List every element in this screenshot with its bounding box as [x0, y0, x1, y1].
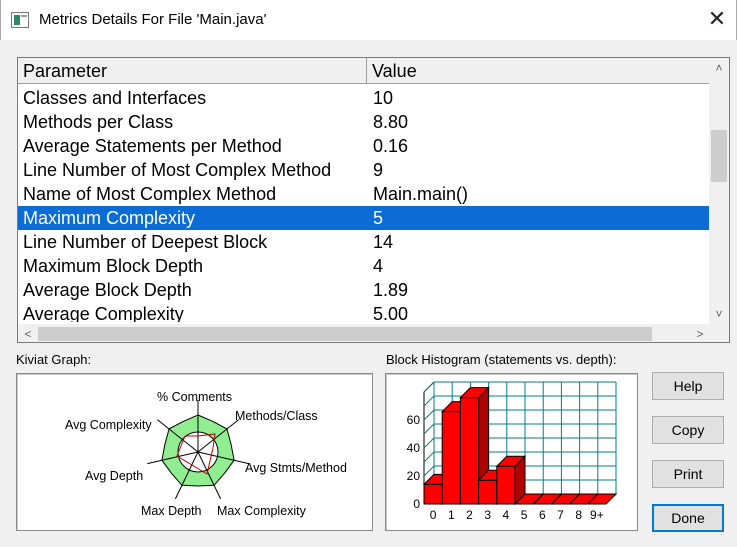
horizontal-scroll-thumb[interactable] — [38, 327, 652, 341]
parameter-cell: Average Statements per Method — [23, 136, 282, 156]
histogram-bar — [478, 479, 498, 505]
scrollbar-corner — [709, 324, 729, 342]
value-cell: 5 — [373, 208, 384, 228]
print-button[interactable]: Print — [652, 460, 724, 488]
histogram-panel: 0 20 40 60 0 1 2 3 4 5 6 7 8 9+ — [385, 373, 638, 531]
column-header-parameter[interactable]: Parameter — [18, 58, 367, 84]
parameter-cell: Methods per Class — [23, 112, 174, 132]
table-row[interactable]: Classes and Interfaces 10 — [18, 86, 710, 110]
kiviat-axis-label: Avg Stmts/Method — [245, 461, 347, 475]
y-tick-label: 40 — [407, 441, 421, 455]
x-tick-label: 8 — [575, 508, 582, 522]
grid-line — [423, 409, 435, 421]
table-row[interactable]: Name of Most Complex Method Main.main() — [18, 182, 710, 206]
value-cell: 9 — [373, 160, 384, 180]
kiviat-label: Kiviat Graph: — [16, 352, 92, 367]
done-button[interactable]: Done — [652, 504, 724, 532]
parameter-cell: Classes and Interfaces — [23, 88, 207, 108]
vertical-scroll-thumb[interactable] — [711, 130, 727, 182]
grid-line — [423, 465, 435, 477]
x-tick-label: 5 — [521, 508, 528, 522]
parameter-cell: Maximum Block Depth — [23, 256, 204, 276]
kiviat-axis-label: Methods/Class — [235, 409, 318, 423]
histogram-bar — [441, 411, 461, 505]
parameter-cell: Average Complexity — [23, 304, 184, 322]
histogram-bar — [423, 483, 443, 505]
x-tick-label: 3 — [484, 508, 491, 522]
value-cell: 14 — [373, 232, 394, 252]
table-row[interactable]: Average Complexity 5.00 — [18, 302, 710, 322]
title-bar: Metrics Details For File 'Main.java' ✕ — [0, 0, 737, 40]
copy-button[interactable]: Copy — [652, 416, 724, 444]
list-rows: Classes and Interfaces 10 Methods per Clas… — [18, 86, 710, 322]
parameter-cell: Maximum Complexity — [23, 208, 196, 228]
kiviat-axis-label: Max Depth — [141, 504, 201, 518]
grid-line — [423, 381, 435, 393]
table-row[interactable]: Line Number of Deepest Block 14 — [18, 230, 710, 254]
kiviat-axis-label: Avg Depth — [85, 469, 143, 483]
grid-line — [423, 437, 435, 449]
x-tick-label: 9+ — [590, 508, 604, 522]
list-header: Parameter Value — [18, 58, 710, 84]
app-icon — [11, 12, 29, 28]
table-row[interactable]: Average Block Depth 1.89 — [18, 278, 710, 302]
kiviat-panel: % Comments Methods/Class Avg Stmts/Method M… — [16, 373, 373, 531]
vertical-scrollbar[interactable]: ˄ ˅ — [709, 58, 729, 324]
x-tick-label: 4 — [503, 508, 510, 522]
value-cell: 4 — [373, 256, 384, 276]
value-cell: 1.89 — [373, 280, 409, 300]
grid-line — [423, 451, 435, 463]
window-title: Metrics Details For File 'Main.java' — [39, 11, 267, 28]
scroll-left-icon[interactable]: < — [18, 324, 38, 342]
parameter-cell: Line Number of Deepest Block — [23, 232, 268, 252]
x-tick-label: 2 — [466, 508, 473, 522]
table-row[interactable]: Maximum Complexity 5 — [18, 206, 710, 230]
kiviat-graph: % CommentsMethods/Class Avg Stmts/Method M… — [65, 390, 347, 518]
y-tick-label: 60 — [407, 413, 421, 427]
y-tick-label: 20 — [407, 469, 421, 483]
x-tick-label: 6 — [539, 508, 546, 522]
value-cell: 8.80 — [373, 112, 409, 132]
value-cell: 5.00 — [373, 304, 409, 322]
scroll-up-icon[interactable]: ˄ — [709, 58, 729, 78]
horizontal-scrollbar[interactable]: < > — [18, 324, 710, 342]
table-row[interactable]: Methods per Class 8.80 — [18, 110, 710, 134]
x-tick-label: 0 — [430, 508, 437, 522]
parameter-cell: Line Number of Most Complex Method — [23, 160, 332, 180]
parameter-cell: Name of Most Complex Method — [23, 184, 277, 204]
metrics-list[interactable]: Parameter Value Classes and Interfaces 10… — [17, 57, 730, 343]
column-header-value[interactable]: Value — [367, 58, 710, 84]
scroll-down-icon[interactable]: ˅ — [709, 304, 729, 324]
kiviat-axis-label: Max Complexity — [217, 504, 307, 518]
histogram-bar — [459, 397, 480, 505]
value-cell: Main.main() — [373, 184, 469, 204]
grid-line — [423, 395, 435, 407]
histogram-label: Block Histogram (statements vs. depth): — [386, 352, 617, 367]
grid-line — [423, 423, 435, 435]
x-tick-label: 1 — [448, 508, 455, 522]
table-row[interactable]: Average Statements per Method 0.16 — [18, 134, 710, 158]
parameter-cell: Average Block Depth — [23, 280, 192, 300]
value-cell: 0.16 — [373, 136, 409, 156]
scroll-right-icon[interactable]: > — [690, 324, 710, 342]
x-tick-label: 7 — [557, 508, 564, 522]
histogram-chart: 02040600 1 2 3 4 5 6 7 8 9+ — [407, 381, 618, 522]
value-cell: 10 — [373, 88, 394, 108]
y-tick-label: 0 — [413, 497, 420, 511]
close-button[interactable]: ✕ — [701, 4, 733, 36]
kiviat-axis-label: Avg Complexity — [65, 418, 152, 432]
help-button[interactable]: Help — [652, 372, 724, 400]
histogram-bar — [496, 465, 516, 505]
kiviat-axis-label: % Comments — [157, 390, 232, 404]
table-row[interactable]: Maximum Block Depth 4 — [18, 254, 710, 278]
table-row[interactable]: Line Number of Most Complex Method 9 — [18, 158, 710, 182]
